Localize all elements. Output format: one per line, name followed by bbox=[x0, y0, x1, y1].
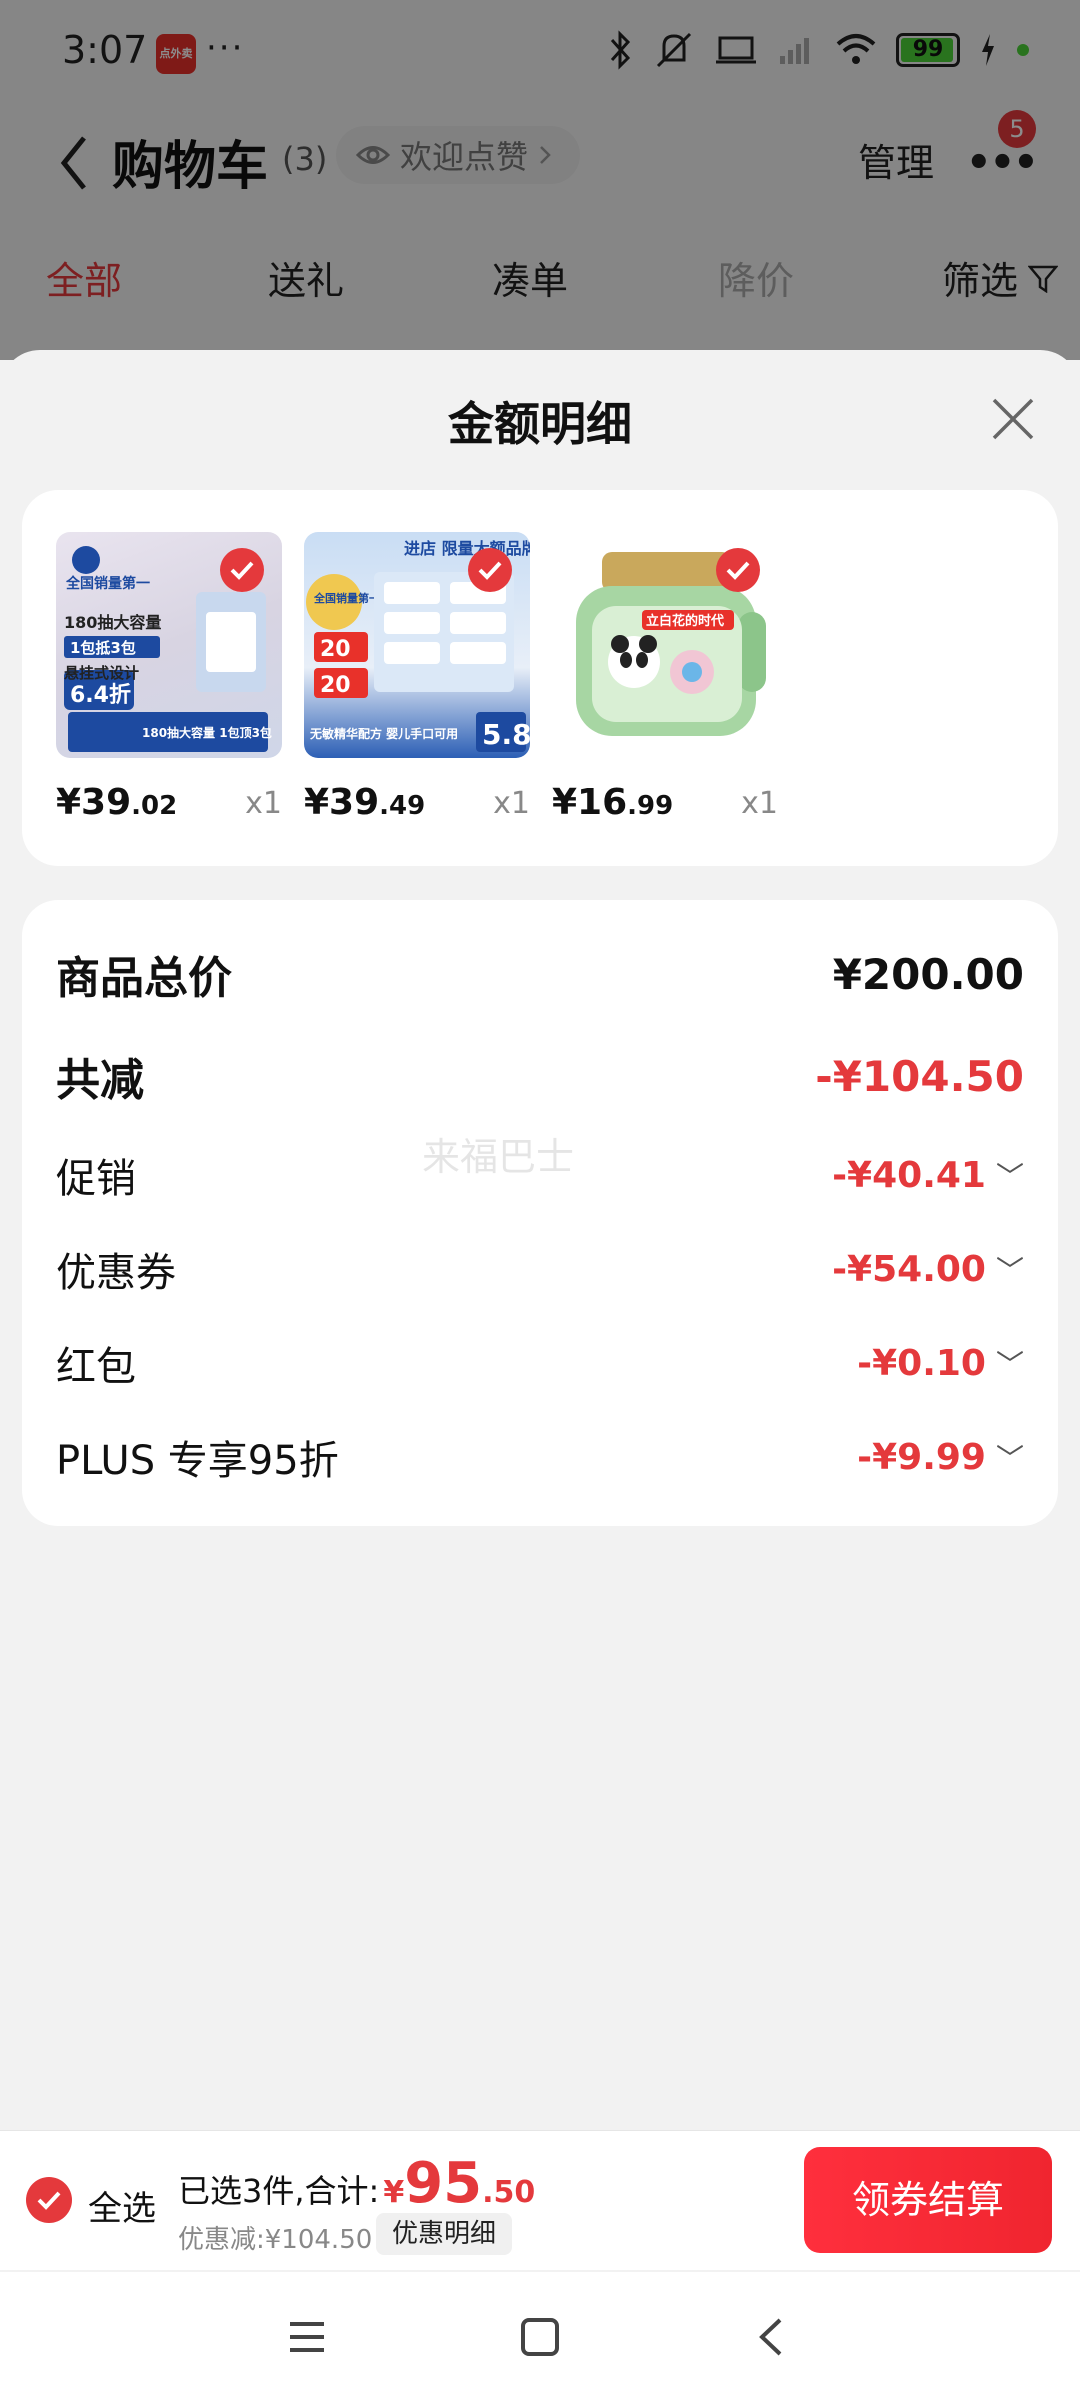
plus-discount-value: -¥9.99 ﹀ bbox=[857, 1436, 1024, 1478]
total-price-value: ¥200.00 bbox=[832, 949, 1024, 999]
product-feature-2: 1包抵3包 bbox=[70, 639, 136, 657]
plus-discount-label: PLUS 专享95折 bbox=[56, 1438, 339, 1484]
product-item[interactable]: 进店 限量大额品牌券! 全国销量第一 20 20 无敏精华配方 婴儿手口可用 bbox=[304, 532, 530, 823]
product-check[interactable] bbox=[468, 548, 512, 592]
promotion-label: 促销 bbox=[56, 1156, 136, 1202]
amount-detail-sheet: 金额明细 全国销量第一 180抽大容量 1包抵3包 悬挂式设计 6.4折 180… bbox=[0, 350, 1080, 2130]
product-price: ¥16.99 bbox=[552, 782, 674, 823]
dim-overlay[interactable] bbox=[0, 0, 1080, 360]
chevron-down-icon: ﹀ bbox=[995, 1442, 1024, 1475]
product-feature-3: 悬挂式设计 bbox=[64, 664, 139, 682]
select-all-checkbox[interactable] bbox=[26, 2177, 72, 2223]
chevron-down-icon: ﹀ bbox=[995, 1348, 1024, 1381]
plus-discount-row[interactable]: PLUS 专享95折 -¥9.99 ﹀ bbox=[56, 1428, 1024, 1486]
close-button[interactable] bbox=[988, 394, 1038, 444]
chevron-down-icon: ﹀ bbox=[995, 1160, 1024, 1193]
product-check[interactable] bbox=[220, 548, 264, 592]
bottom-banner-text: 无敏精华配方 婴儿手口可用 bbox=[309, 726, 458, 741]
products-card: 全国销量第一 180抽大容量 1包抵3包 悬挂式设计 6.4折 180抽大容量 … bbox=[22, 490, 1058, 866]
product-item[interactable]: 全国销量第一 180抽大容量 1包抵3包 悬挂式设计 6.4折 180抽大容量 … bbox=[56, 532, 282, 823]
product-image[interactable]: 进店 限量大额品牌券! 全国销量第一 20 20 无敏精华配方 婴儿手口可用 bbox=[304, 532, 530, 758]
total-reduction-row: 共减 -¥104.50 bbox=[56, 1044, 1024, 1108]
product-quantity: x1 bbox=[245, 786, 282, 821]
red-packet-row[interactable]: 红包 -¥0.10 ﹀ bbox=[56, 1334, 1024, 1392]
price-summary-card: 商品总价 ¥200.00 共减 -¥104.50 来福巴士 促销 -¥40.41… bbox=[22, 900, 1058, 1526]
check-icon bbox=[726, 561, 750, 580]
red-packet-label: 红包 bbox=[56, 1344, 136, 1390]
coupon-1: 20 bbox=[320, 637, 351, 662]
check-icon bbox=[230, 561, 254, 580]
product-image[interactable]: 立白花的时代 bbox=[552, 532, 778, 758]
product-item[interactable]: 立白花的时代 ¥16.99 x1 bbox=[552, 532, 778, 823]
checkout-bar: 全选 已选3件,合计: ¥ 95 .50 优惠减:¥104.50 优惠明细 领券… bbox=[0, 2130, 1080, 2270]
selected-total: 已选3件,合计: ¥ 95 .50 bbox=[178, 2151, 535, 2216]
badge-text-1: 全国销量第一 bbox=[65, 575, 150, 592]
coupon-value: -¥54.00 ﹀ bbox=[832, 1248, 1024, 1290]
product-price: ¥39.49 bbox=[304, 782, 426, 823]
product-image[interactable]: 全国销量第一 180抽大容量 1包抵3包 悬挂式设计 6.4折 180抽大容量 … bbox=[56, 532, 282, 758]
product-price: ¥39.02 bbox=[56, 782, 178, 823]
checkout-button[interactable]: 领券结算 bbox=[804, 2147, 1052, 2253]
total-price-label: 商品总价 bbox=[56, 953, 232, 1004]
back-nav-button[interactable] bbox=[748, 2312, 798, 2362]
promotion-value: -¥40.41 ﹀ bbox=[832, 1154, 1024, 1196]
home-nav-button[interactable] bbox=[515, 2312, 565, 2362]
menu-nav-button[interactable] bbox=[282, 2312, 332, 2362]
check-icon bbox=[37, 2191, 61, 2210]
selected-count-label: 已选3件,合计: bbox=[178, 2172, 380, 2210]
discount-label: 6.4折 bbox=[70, 683, 131, 708]
discount-summary: 优惠减:¥104.50 bbox=[178, 2225, 373, 2255]
badge-text-2: 全国销量第一 bbox=[313, 591, 380, 605]
product-quantity: x1 bbox=[741, 786, 778, 821]
coupon-row[interactable]: 优惠券 -¥54.00 ﹀ bbox=[56, 1240, 1024, 1298]
discount-detail-button[interactable]: 优惠明细 bbox=[376, 2213, 513, 2255]
product-check[interactable] bbox=[716, 548, 760, 592]
total-decimal: .50 bbox=[482, 2175, 536, 2210]
total-integer: 95 bbox=[404, 2151, 483, 2216]
select-all-label[interactable]: 全选 bbox=[88, 2181, 156, 2230]
product-quantity: x1 bbox=[493, 786, 530, 821]
total-price-row: 商品总价 ¥200.00 bbox=[56, 942, 1024, 1006]
promotion-row[interactable]: 促销 -¥40.41 ﹀ bbox=[56, 1146, 1024, 1204]
bottom-banner-text: 180抽大容量 1包顶3包 bbox=[142, 725, 272, 740]
system-nav-bar bbox=[0, 2272, 1080, 2400]
brand-label: 立白花的时代 bbox=[646, 613, 724, 629]
promo-banner-text: 进店 限量大额品牌券! bbox=[404, 539, 530, 558]
chevron-down-icon: ﹀ bbox=[995, 1254, 1024, 1287]
product-feature-1: 180抽大容量 bbox=[64, 613, 161, 632]
sheet-title: 金额明细 bbox=[448, 397, 632, 451]
check-icon bbox=[478, 561, 502, 580]
total-reduction-value: -¥104.50 bbox=[815, 1051, 1024, 1101]
coupon-2: 20 bbox=[320, 673, 351, 698]
coupon-label: 优惠券 bbox=[56, 1250, 176, 1296]
discount-label: 5.8 bbox=[482, 718, 530, 751]
total-reduction-label: 共减 bbox=[56, 1055, 144, 1106]
red-packet-value: -¥0.10 ﹀ bbox=[857, 1342, 1024, 1384]
currency-symbol: ¥ bbox=[383, 2175, 405, 2210]
